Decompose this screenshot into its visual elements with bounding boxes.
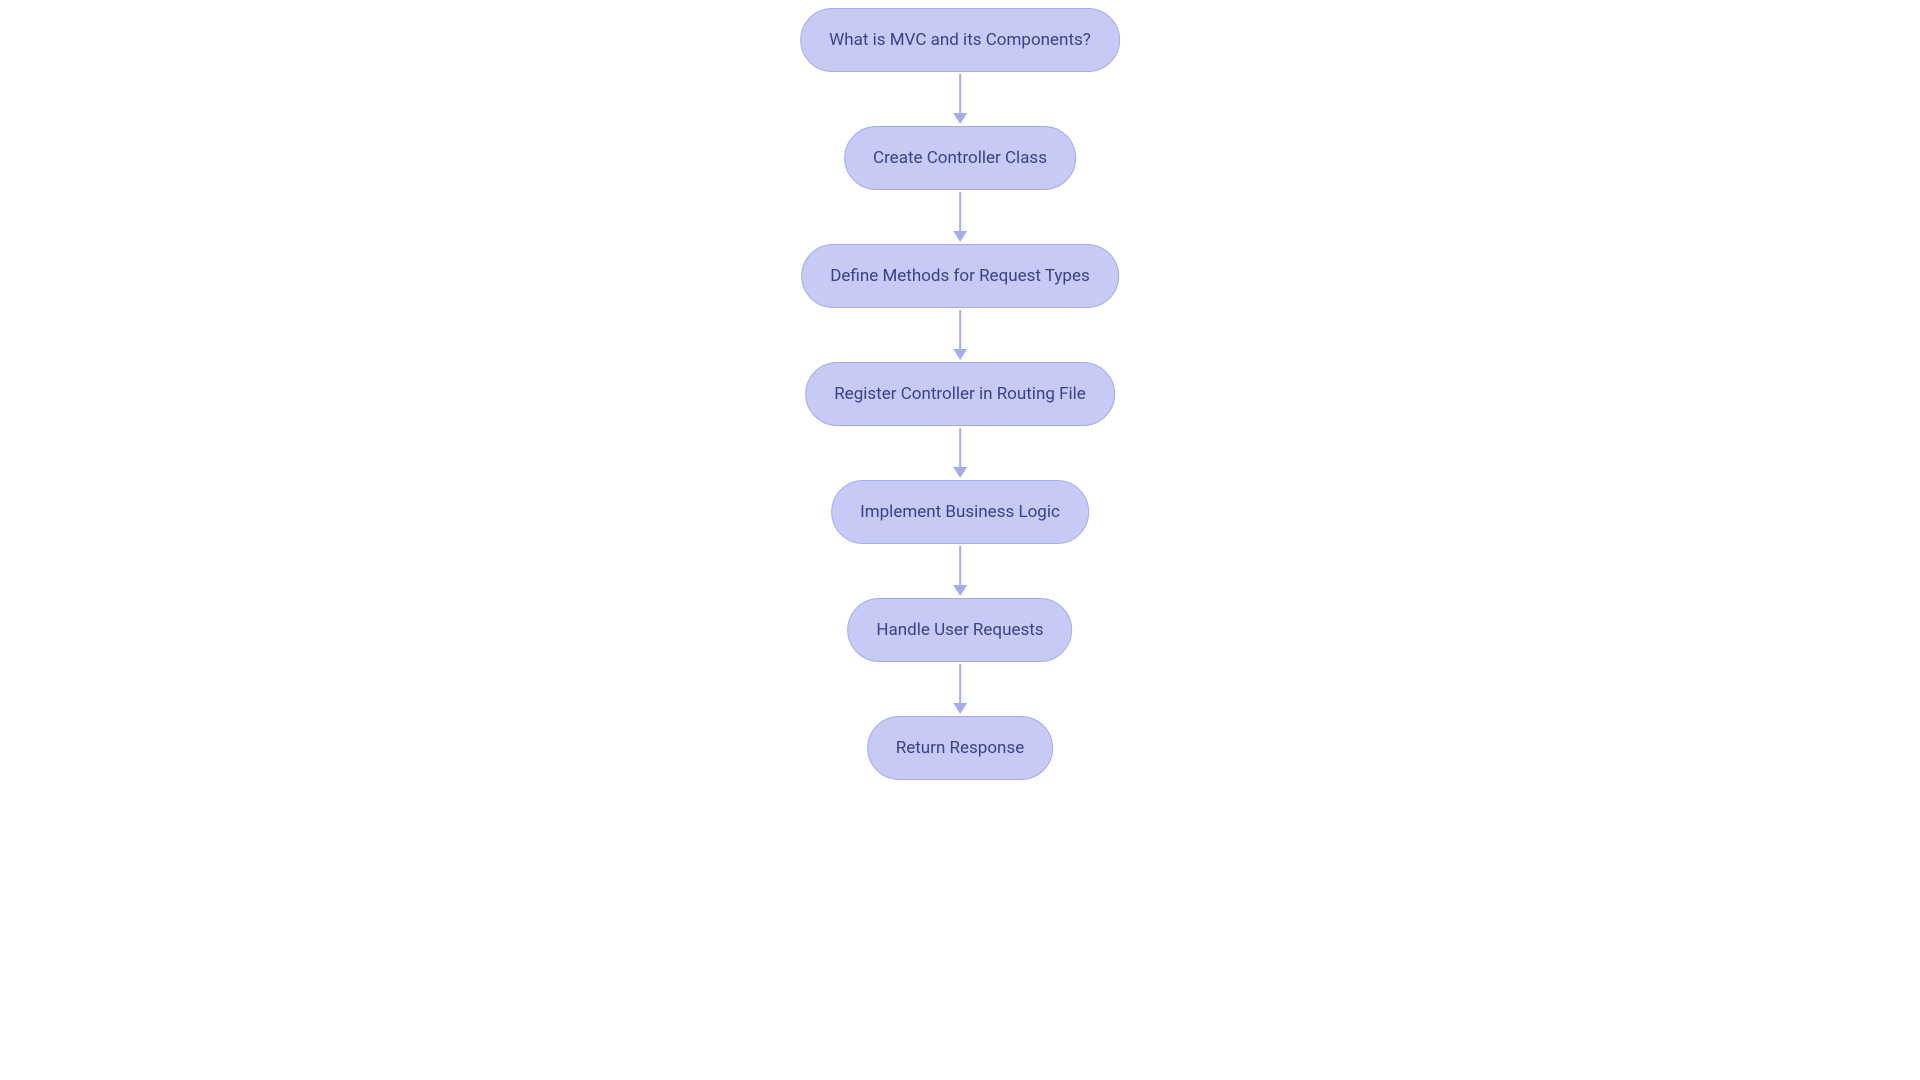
flowchart-node: Handle User Requests	[847, 598, 1072, 662]
node-label: What is MVC and its Components?	[829, 30, 1091, 50]
flowchart-node: Register Controller in Routing File	[805, 362, 1115, 426]
arrow-down-icon	[953, 310, 967, 360]
flowchart-container: What is MVC and its Components? Create C…	[800, 8, 1120, 780]
node-label: Create Controller Class	[873, 148, 1047, 168]
flowchart-node: Return Response	[867, 716, 1053, 780]
arrow-down-icon	[953, 664, 967, 714]
flowchart-node: Create Controller Class	[844, 126, 1076, 190]
node-label: Implement Business Logic	[860, 502, 1060, 522]
node-label: Return Response	[896, 738, 1024, 758]
arrow-down-icon	[953, 428, 967, 478]
node-label: Register Controller in Routing File	[834, 384, 1086, 404]
arrow-down-icon	[953, 74, 967, 124]
flowchart-node: What is MVC and its Components?	[800, 8, 1120, 72]
flowchart-node: Define Methods for Request Types	[801, 244, 1119, 308]
flowchart-node: Implement Business Logic	[831, 480, 1089, 544]
arrow-down-icon	[953, 546, 967, 596]
node-label: Handle User Requests	[876, 620, 1043, 640]
node-label: Define Methods for Request Types	[830, 266, 1090, 286]
arrow-down-icon	[953, 192, 967, 242]
